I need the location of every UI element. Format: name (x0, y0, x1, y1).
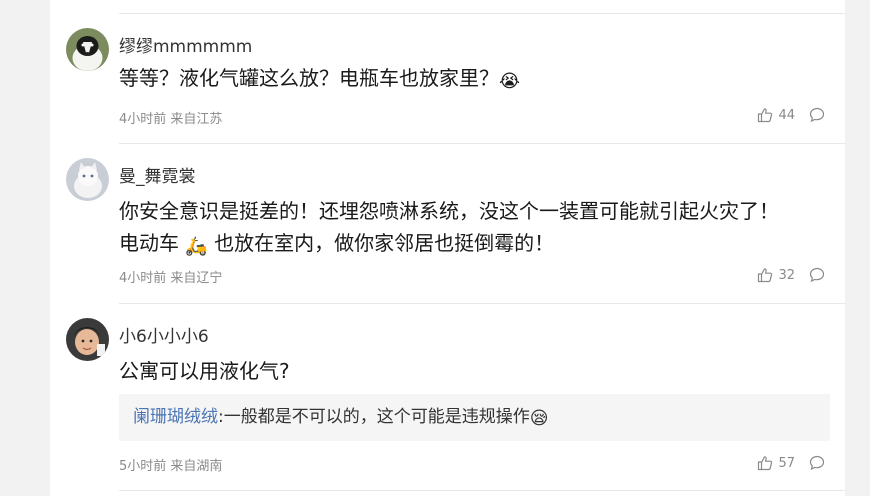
comment-location: 来自江苏 (170, 112, 223, 127)
like-count: 44 (778, 107, 795, 123)
comment-text: 公寓可以用液化气? (119, 355, 825, 387)
comment-text-body: 公寓可以用液化气? (119, 359, 290, 383)
comment-username[interactable]: 缪缪mmmmmm (119, 32, 252, 57)
reply-username[interactable]: 阑珊瑚绒绒 (133, 407, 218, 427)
avatar[interactable] (66, 158, 109, 201)
reply-button[interactable] (809, 107, 825, 123)
crying-face-emoji: 😭 (499, 71, 521, 92)
divider (119, 490, 845, 491)
comment-location: 来自湖南 (170, 459, 223, 474)
comment-text-fragment: 也放在室内，做你家邻居也挺倒霉的！ (214, 231, 555, 255)
comment-text-body: 等等？液化气罐这么放？电瓶车也放家里？ (119, 66, 499, 90)
comment-text: 等等？液化气罐这么放？电瓶车也放家里？😭 (119, 62, 825, 98)
like-button[interactable]: 57 (757, 455, 795, 471)
like-count: 57 (778, 455, 795, 471)
comment-bubble-icon (809, 455, 825, 471)
comment-text-line: 电动车 🛵 也放在室内，做你家邻居也挺倒霉的！ (119, 227, 825, 263)
comment-bubble-icon (809, 107, 825, 123)
comment-actions: 32 (757, 267, 825, 283)
avatar[interactable] (66, 318, 109, 361)
comment-time: 4小时前 (119, 271, 167, 286)
like-button[interactable]: 32 (757, 267, 795, 283)
thumbs-up-icon (758, 456, 773, 471)
reply-button[interactable] (809, 267, 825, 283)
comment-location: 来自辽宁 (170, 271, 223, 286)
comment-actions: 57 (757, 455, 825, 471)
comment-text: 你安全意识是挺差的！还埋怨喷淋系统，没这个一装置可能就引起火灾了！ 电动车 🛵 … (119, 195, 825, 263)
comment-meta: 4小时前 来自江苏 (119, 108, 222, 127)
comment-time: 5小时前 (119, 459, 167, 474)
comment-actions: 44 (757, 107, 825, 123)
comment-time: 4小时前 (119, 112, 167, 127)
thumbs-up-icon (758, 108, 773, 123)
comment-text-fragment: 电动车 (119, 231, 179, 255)
comment-username[interactable]: 曼_舞霓裳 (119, 162, 196, 187)
reply-text: 一般都是不可以的，这个可能是违规操作 (223, 407, 530, 427)
divider (119, 303, 845, 304)
reply-button[interactable] (809, 455, 825, 471)
comment-panel: 缪缪mmmmmm 等等？液化气罐这么放？电瓶车也放家里？😭 4小时前 来自江苏 … (50, 0, 845, 496)
comment-meta: 4小时前 来自辽宁 (119, 267, 222, 286)
comment-text-line: 你安全意识是挺差的！还埋怨喷淋系统，没这个一装置可能就引起火灾了！ (119, 199, 779, 223)
scooter-emoji: 🛵 (185, 236, 208, 257)
avatar[interactable] (66, 28, 109, 71)
thumbs-up-icon (758, 268, 773, 283)
comment-username[interactable]: 小6小小小6 (119, 322, 209, 347)
comment-meta: 5小时前 来自湖南 (119, 455, 222, 474)
nested-reply: 阑珊瑚绒绒:一般都是不可以的，这个可能是违规操作😪 (119, 394, 830, 441)
like-count: 32 (778, 267, 795, 283)
divider (119, 143, 845, 144)
divider (119, 13, 845, 14)
comment-bubble-icon (809, 267, 825, 283)
sleepy-face-emoji: 😪 (529, 408, 549, 429)
like-button[interactable]: 44 (757, 107, 795, 123)
